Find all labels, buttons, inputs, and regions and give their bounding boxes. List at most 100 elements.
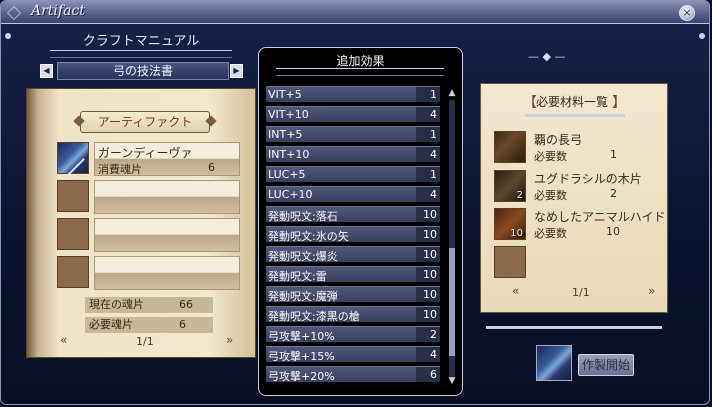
effect-row[interactable]: 発動呪文:爆炎 10 [266, 246, 440, 263]
effect-name: 発動呪文:魔弾 [268, 290, 338, 303]
required-souls-row: 必要魂片 6 [85, 317, 213, 333]
artifact-entry-4[interactable] [94, 256, 240, 290]
current-souls-value: 66 [179, 298, 193, 311]
material-owned-count: 2 [516, 190, 523, 201]
effect-cost: 4 [416, 187, 440, 202]
effect-name: VIT+10 [268, 108, 309, 121]
current-souls-row: 現在の魂片 66 [85, 297, 213, 313]
materials-title: 必要材料一覧 [535, 95, 608, 109]
material-name-1: 覇の長弓 [534, 133, 583, 147]
manual-name: 弓の技法書 [57, 62, 229, 80]
effect-cost: 4 [416, 147, 440, 162]
artifact-entry-1[interactable]: ガーンディーヴァ 消費魂片 6 [94, 142, 240, 176]
artifact-name: ガーンディーヴァ [98, 146, 193, 160]
effect-row[interactable]: VIT+10 4 [266, 106, 440, 122]
effect-name: INT+10 [268, 148, 310, 161]
effect-name: 発動呪文:氷の矢 [268, 230, 349, 243]
effect-row[interactable]: 発動呪文:氷の矢 10 [266, 226, 440, 243]
material-slot-3[interactable]: 10 [494, 208, 526, 240]
effect-name: 発動呪文:落石 [268, 210, 338, 223]
artifact-entry-3[interactable] [94, 218, 240, 252]
material-need-label-2: 必要数 [534, 189, 567, 202]
effect-name: VIT+5 [268, 88, 302, 101]
effect-cost: 4 [416, 347, 440, 362]
effect-row[interactable]: LUC+5 1 [266, 166, 440, 182]
next-manual-button[interactable]: ▶ [230, 64, 243, 78]
effects-title: 追加効果 [336, 54, 385, 68]
artifact-entry-2[interactable] [94, 180, 240, 214]
scroll-up-button[interactable]: ▲ [446, 88, 458, 98]
effect-cost: 1 [416, 127, 440, 142]
prev-manual-button[interactable]: ◀ [40, 64, 53, 78]
effect-row[interactable]: LUC+10 4 [266, 186, 440, 202]
effect-name: 弓攻撃+15% [268, 350, 335, 363]
window-emblem-icon [7, 6, 21, 20]
effect-row[interactable]: 弓攻撃+15% 4 [266, 346, 440, 363]
effect-name: 発動呪文:雷 [268, 270, 327, 283]
material-need-value-2: 2 [610, 187, 617, 200]
effect-cost: 1 [416, 87, 440, 102]
effects-divider [276, 68, 444, 76]
required-souls-value: 6 [179, 318, 186, 331]
effect-name: 弓攻撃+20% [268, 370, 335, 383]
effect-name: 弓攻撃+10% [268, 330, 335, 343]
artifact-slot-1[interactable] [57, 142, 89, 174]
effect-row[interactable]: 弓攻撃+10% 2 [266, 326, 440, 343]
effect-cost: 4 [416, 107, 440, 122]
material-name-2: ユグドラシルの木片 [534, 172, 642, 186]
effect-cost: 10 [416, 267, 440, 282]
right-next-page-button[interactable]: » [648, 284, 655, 298]
right-bottom-divider [486, 326, 662, 329]
book-title: アーティファクト [80, 111, 210, 133]
effect-row[interactable]: VIT+5 1 [266, 86, 440, 102]
effect-row[interactable]: 弓攻撃+20% 6 [266, 366, 440, 383]
effect-name: LUC+10 [268, 188, 313, 201]
craft-result-slot[interactable] [536, 345, 572, 381]
effect-row[interactable]: INT+5 1 [266, 126, 440, 142]
close-button[interactable]: × [679, 5, 695, 21]
effect-cost: 2 [416, 327, 440, 342]
left-page-indicator: 1/1 [136, 335, 154, 348]
effect-name: INT+5 [268, 128, 303, 141]
header-divider [50, 50, 232, 58]
effect-row[interactable]: 発動呪文:魔弾 10 [266, 286, 440, 303]
effect-row[interactable]: 発動呪文:落石 10 [266, 206, 440, 223]
required-souls-label: 必要魂片 [89, 318, 133, 331]
effect-row[interactable]: 発動呪文:漆黒の槍 10 [266, 306, 440, 323]
material-need-value-1: 1 [610, 148, 617, 161]
corner-ornament-icon [5, 33, 11, 39]
material-slot-1[interactable] [494, 131, 526, 163]
materials-title-underline [525, 114, 625, 117]
artifact-slot-2[interactable] [57, 180, 89, 212]
effects-scroll-thumb[interactable] [449, 248, 455, 356]
title-bar[interactable]: Artifact × [1, 1, 709, 24]
soul-cost-value: 6 [208, 161, 215, 174]
material-name-3: なめしたアニマルハイド [534, 210, 666, 224]
right-page-indicator: 1/1 [572, 286, 590, 299]
effect-row[interactable]: 発動呪文:雷 10 [266, 266, 440, 283]
material-need-label-3: 必要数 [534, 227, 567, 240]
effect-cost: 10 [416, 307, 440, 322]
left-next-page-button[interactable]: » [226, 333, 233, 347]
artifact-slot-4[interactable] [57, 256, 89, 288]
artifact-slot-3[interactable] [57, 218, 89, 250]
effect-cost: 10 [416, 287, 440, 302]
effect-name: 発動呪文:漆黒の槍 [268, 310, 360, 323]
window-title: Artifact [31, 3, 85, 19]
effect-name: 発動呪文:爆炎 [268, 250, 338, 263]
material-slot-4[interactable] [494, 246, 526, 278]
material-need-value-3: 10 [606, 225, 620, 238]
material-slot-2[interactable]: 2 [494, 170, 526, 202]
effect-row[interactable]: INT+10 4 [266, 146, 440, 162]
effect-cost: 10 [416, 207, 440, 222]
current-souls-label: 現在の魂片 [89, 298, 144, 311]
material-owned-count: 10 [510, 228, 523, 239]
title-bracket-right-icon: 】 [612, 95, 626, 111]
soul-cost-label: 消費魂片 [98, 163, 142, 176]
scroll-down-button[interactable]: ▼ [446, 376, 458, 386]
right-prev-page-button[interactable]: « [512, 284, 519, 298]
start-crafting-button[interactable]: 作製開始 [578, 354, 634, 376]
effect-cost: 10 [416, 227, 440, 242]
material-need-label-1: 必要数 [534, 150, 567, 163]
left-prev-page-button[interactable]: « [60, 333, 67, 347]
